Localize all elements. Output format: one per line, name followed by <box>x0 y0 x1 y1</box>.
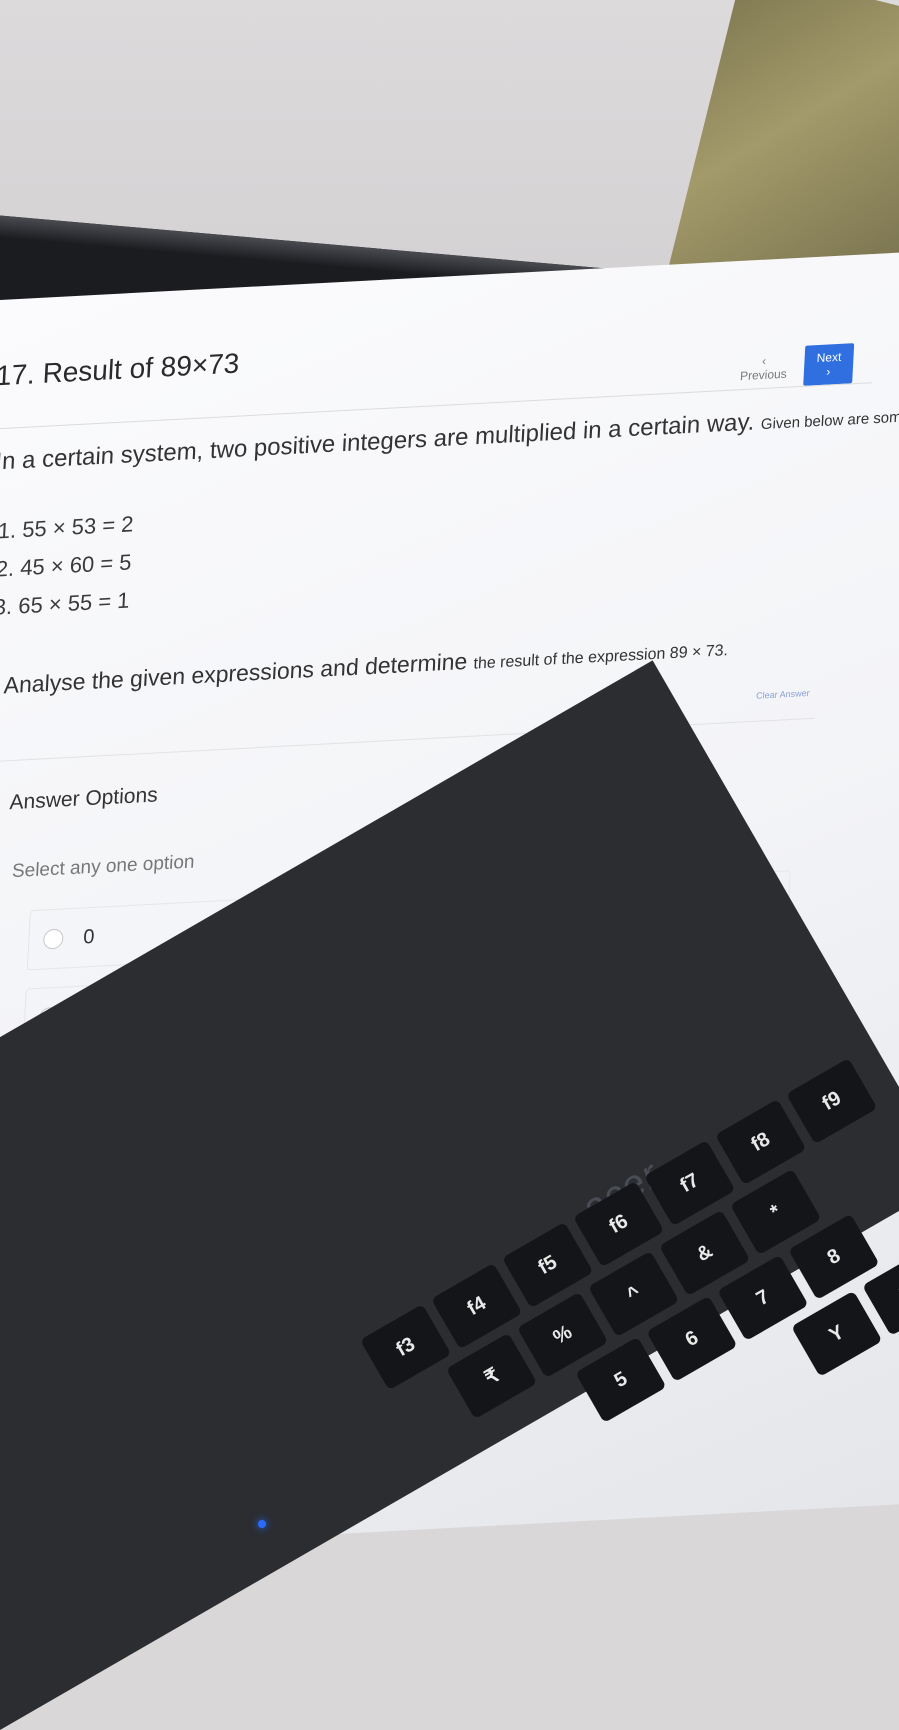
clear-answer-link[interactable]: Clear Answer <box>756 688 810 701</box>
question-title: 17. Result of 89×73 <box>0 347 241 392</box>
answer-hint: Select any one option <box>11 851 196 883</box>
option-label: 0 <box>82 925 96 949</box>
example-item: 3. 65 × 55 = 1 <box>0 587 131 620</box>
next-button[interactable]: Next › <box>803 343 855 386</box>
question-intro: In a certain system, two positive intege… <box>0 396 899 476</box>
prompt-text-small: the result of the expression 89 × 73. <box>473 642 729 673</box>
examples-list: 1. 55 × 53 = 2 2. 45 × 60 = 5 3. 65 × 55… <box>0 511 134 633</box>
prompt-text: Analyse the given expressions and determ… <box>3 647 468 699</box>
intro-text: In a certain system, two positive intege… <box>0 408 756 476</box>
radio-button[interactable] <box>42 928 64 950</box>
question-nav: ‹ Previous Next › <box>732 343 855 389</box>
quiz-page: 17. Result of 89×73 ‹ Previous Next › In… <box>0 295 899 1234</box>
previous-button[interactable]: ‹ Previous <box>732 348 795 387</box>
answer-options-title: Answer Options <box>9 783 159 815</box>
power-led <box>258 1520 266 1528</box>
intro-text-small: Given below are some examples: <box>760 404 899 434</box>
